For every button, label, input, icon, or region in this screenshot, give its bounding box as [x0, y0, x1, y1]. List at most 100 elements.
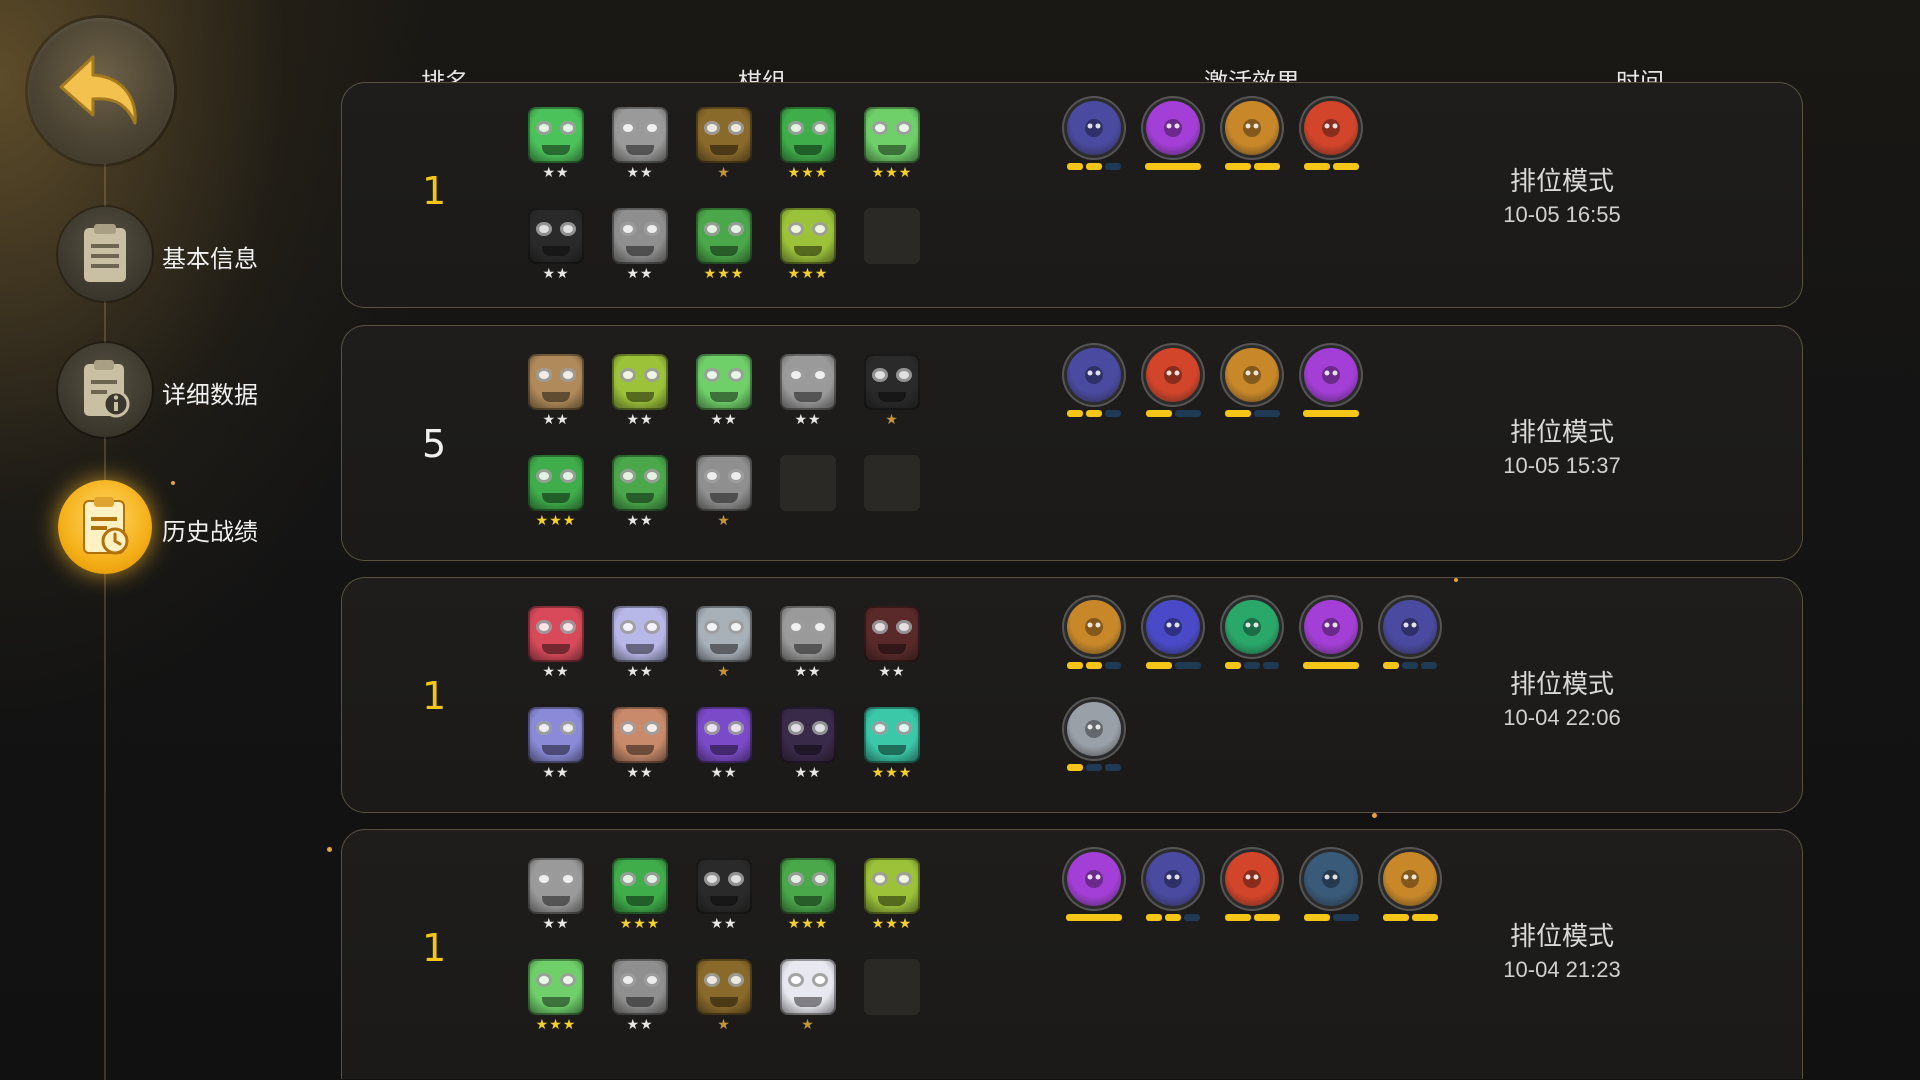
trait-horned-red[interactable] — [1221, 852, 1283, 924]
trait-mech-screen[interactable] — [1063, 348, 1125, 420]
unit-grey-robot-red-eye[interactable]: ★★ — [610, 107, 670, 189]
unit-white-hooded-mage[interactable]: ★ — [778, 959, 838, 1041]
match-card-3[interactable]: 1 排位模式 10-04 22:06 ★★ ★★ ★ ★★ ★★ ★★ ★★ ★★ ★★ ★★★ — [341, 577, 1803, 813]
unit-grey-robot-red-eye[interactable]: ★★ — [778, 354, 838, 436]
trait-fishbone[interactable] — [1142, 600, 1204, 672]
unit-grey-mech[interactable]: ★★ — [610, 208, 670, 290]
nav-item-history[interactable]: 历史战绩 — [58, 480, 318, 580]
trait-bar-active — [1145, 662, 1172, 669]
unit-green-gear-bot[interactable]: ★★ — [610, 455, 670, 537]
unit-purple-elephant[interactable]: ★★ — [526, 707, 586, 789]
trait-demon-purple[interactable] — [1300, 348, 1362, 420]
trait-mech-screen[interactable] — [1063, 101, 1125, 173]
trait-swirl[interactable] — [1300, 852, 1362, 924]
unit-portrait-icon — [696, 455, 752, 511]
unit-portrait-icon — [612, 208, 668, 264]
unit-star-rating: ★★ — [542, 916, 570, 932]
trait-bar-active — [1303, 410, 1359, 417]
empty-unit-slot — [780, 455, 836, 511]
trait-gear[interactable] — [1379, 852, 1441, 924]
trait-demon-purple[interactable] — [1142, 101, 1204, 173]
unit-star-rating: ★★ — [542, 266, 570, 282]
unit-dark-winged-masked[interactable]: ★★ — [778, 707, 838, 789]
trait-bar-active — [1224, 914, 1251, 921]
nav-label-basic-info: 基本信息 — [162, 245, 258, 273]
unit-green-red-scarf[interactable]: ★★★ — [778, 107, 838, 189]
match-mode-label: 排位模式 — [1509, 167, 1614, 197]
unit-fire-orc[interactable]: ★ — [694, 959, 754, 1041]
unit-star-rating: ★★ — [794, 412, 822, 428]
unit-brown-shouting[interactable]: ★★ — [610, 707, 670, 789]
trait-level-bars — [1379, 662, 1441, 669]
trait-horned-red[interactable] — [1300, 101, 1362, 173]
unit-portrait-icon — [864, 606, 920, 662]
unit-armored-knight[interactable]: ★ — [694, 606, 754, 688]
trait-gear[interactable] — [1221, 101, 1283, 173]
match-card-1[interactable]: 1 排位模式 10-05 16:55 ★★ ★★ ★ ★★★ ★★★ ★★ ★★ ★★★ ★★★ — [341, 82, 1803, 308]
unit-green-red-scarf[interactable]: ★★★ — [610, 858, 670, 940]
trait-demon-purple[interactable] — [1063, 852, 1125, 924]
document-info-icon — [58, 343, 152, 437]
trait-mech-screen[interactable] — [1142, 852, 1204, 924]
unit-green-blue-goggles[interactable]: ★★★ — [526, 959, 586, 1041]
unit-grey-mech[interactable]: ★ — [694, 455, 754, 537]
trait-bar-active — [1086, 662, 1102, 669]
trait-mech-screen[interactable] — [1379, 600, 1441, 672]
unit-teal-haired-elf[interactable]: ★★★ — [862, 707, 922, 789]
unit-purple-hair-woman[interactable]: ★★ — [694, 707, 754, 789]
unit-portrait-icon — [528, 959, 584, 1015]
trait-person[interactable] — [1063, 702, 1125, 774]
empty-unit-slot — [864, 208, 920, 264]
unit-portrait-icon — [780, 858, 836, 914]
trait-level-bars — [1142, 410, 1204, 417]
unit-star-rating: ★★ — [626, 1017, 654, 1033]
trait-bar-active — [1066, 914, 1122, 921]
match-card-4[interactable]: 1 排位模式 10-04 21:23 ★★ ★★★ ★★ ★★★ ★★★ ★★★ ★★ ★ ★ — [341, 829, 1803, 1079]
unit-black-hood[interactable]: ★★ — [694, 858, 754, 940]
unit-portrait-icon — [780, 959, 836, 1015]
unit-red-pirate[interactable]: ★★ — [526, 606, 586, 688]
nav-label-detailed-data: 详细数据 — [162, 381, 258, 409]
unit-wood-mummy[interactable]: ★★ — [526, 354, 586, 436]
trait-axe[interactable] — [1063, 600, 1125, 672]
trait-bar-active — [1383, 662, 1399, 669]
nav-item-basic-info[interactable]: 基本信息 — [58, 207, 318, 307]
trait-bar-active — [1067, 410, 1083, 417]
trait-level-bars — [1142, 163, 1204, 170]
nav-item-detailed-data[interactable]: 详细数据 — [58, 343, 318, 443]
unit-yellow-goggles[interactable]: ★★★ — [862, 858, 922, 940]
spark-particle — [1454, 578, 1458, 582]
trait-gear[interactable] — [1221, 348, 1283, 420]
unit-grey-robot-red-eye[interactable]: ★★ — [526, 858, 586, 940]
unit-star-rating: ★ — [885, 412, 899, 428]
unit-portrait-icon — [696, 606, 752, 662]
unit-portrait-icon — [612, 858, 668, 914]
unit-green-blue-goggles[interactable]: ★★ — [694, 354, 754, 436]
trait-horned-red[interactable] — [1142, 348, 1204, 420]
unit-black-hood[interactable]: ★★ — [526, 208, 586, 290]
unit-red-hat-bearded[interactable]: ★★ — [862, 606, 922, 688]
gear-icon — [1383, 852, 1437, 906]
unit-yellow-goggles[interactable]: ★★ — [610, 354, 670, 436]
unit-grey-mech[interactable]: ★★ — [610, 959, 670, 1041]
unit-green-gear-bot[interactable]: ★★★ — [778, 858, 838, 940]
unit-green-blue-goggles[interactable]: ★★★ — [862, 107, 922, 189]
unit-pale-blue-cap[interactable]: ★★ — [610, 606, 670, 688]
trait-bar-active — [1303, 914, 1330, 921]
unit-black-hood[interactable]: ★ — [862, 354, 922, 436]
person-icon — [1067, 702, 1121, 756]
trait-demon-purple[interactable] — [1300, 600, 1362, 672]
axe-icon — [1067, 600, 1121, 654]
unit-green-gear-bot[interactable]: ★★★ — [694, 208, 754, 290]
unit-grey-robot-red-eye[interactable]: ★★ — [778, 606, 838, 688]
unit-yellow-goggles[interactable]: ★★★ — [778, 208, 838, 290]
history-clock-icon — [58, 480, 152, 574]
trait-level-bars — [1063, 662, 1125, 669]
unit-green-red-scarf[interactable]: ★★★ — [526, 455, 586, 537]
match-rank: 5 — [422, 422, 447, 466]
unit-goblin-orange-helmet[interactable]: ★★ — [526, 107, 586, 189]
match-card-2[interactable]: 5 排位模式 10-05 15:37 ★★ ★★ ★★ ★★ ★ ★★★ ★★ ★ — [341, 325, 1803, 561]
back-button[interactable] — [28, 18, 174, 164]
trait-paw[interactable] — [1221, 600, 1283, 672]
unit-fire-orc[interactable]: ★ — [694, 107, 754, 189]
